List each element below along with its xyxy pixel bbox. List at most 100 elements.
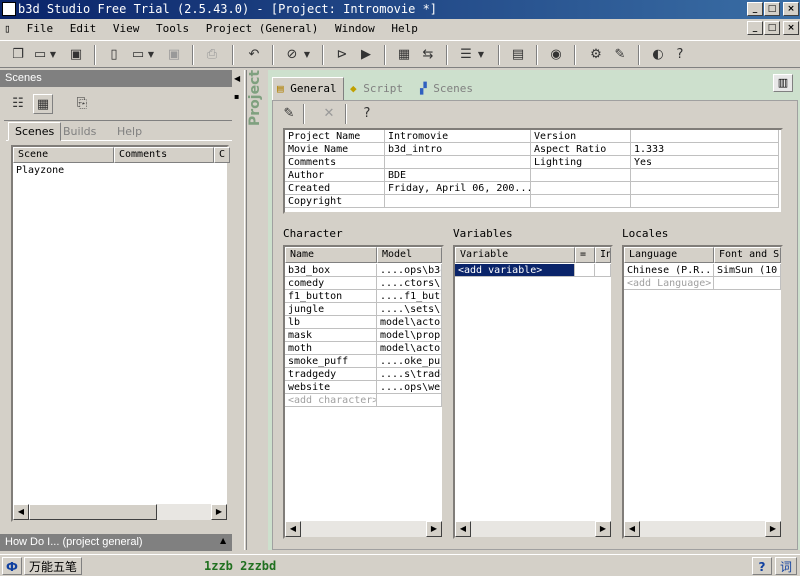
contrast-icon[interactable]: ◐ bbox=[648, 45, 668, 65]
ime-help-button[interactable]: ? bbox=[752, 557, 772, 575]
horizontal-scrollbar[interactable]: ◀ ▶ bbox=[455, 521, 611, 537]
add-language-row[interactable]: <add Language> bbox=[624, 277, 781, 290]
list-view-icon[interactable]: ▦ bbox=[33, 94, 53, 114]
how-do-i-bar[interactable]: How Do I... (project general) bbox=[0, 534, 232, 551]
undo-icon[interactable]: ↶ bbox=[244, 45, 264, 65]
menu-window[interactable]: Window bbox=[335, 22, 375, 35]
column-header-comments[interactable]: Comments bbox=[114, 147, 214, 163]
add-character-row[interactable]: <add character> bbox=[285, 394, 442, 407]
tab-scenes-main[interactable]: ▞ Scenes bbox=[420, 79, 486, 99]
ime-name[interactable]: 万能五笔 bbox=[24, 557, 82, 575]
scroll-right-icon[interactable]: ▶ bbox=[595, 521, 611, 537]
document-icon[interactable]: ▯ bbox=[0, 19, 20, 38]
property-row[interactable]: Project Name Intromovie Version bbox=[285, 130, 779, 143]
table-row[interactable]: smoke_puff....oke_puff bbox=[285, 355, 442, 368]
help-icon[interactable]: ? bbox=[670, 45, 690, 65]
property-value[interactable]: 1.333 bbox=[631, 143, 779, 156]
tab-script[interactable]: ◆ Script bbox=[350, 79, 416, 99]
property-value[interactable]: Yes bbox=[631, 156, 779, 169]
menu-tools[interactable]: Tools bbox=[156, 22, 189, 35]
property-value[interactable] bbox=[385, 156, 531, 169]
column-header-name[interactable]: Name bbox=[285, 247, 377, 263]
ime-logo-icon[interactable]: Ф bbox=[2, 557, 22, 575]
column-header-c[interactable]: C bbox=[214, 147, 230, 163]
table-row[interactable]: comedy....ctors\cc bbox=[285, 277, 442, 290]
gear-icon[interactable]: ⚙ bbox=[586, 45, 606, 65]
target-icon[interactable]: ◉ bbox=[546, 45, 566, 65]
ime-ci-button[interactable]: 词 bbox=[775, 557, 797, 575]
delete-icon[interactable]: ✕ bbox=[319, 104, 339, 124]
scroll-right-icon[interactable]: ▶ bbox=[211, 504, 227, 520]
menu-edit[interactable]: Edit bbox=[70, 22, 97, 35]
expand-up-icon[interactable]: ▲ bbox=[220, 536, 226, 545]
property-row[interactable]: Copyright bbox=[285, 195, 779, 208]
property-value[interactable] bbox=[385, 195, 531, 208]
mdi-close-button[interactable]: × bbox=[783, 21, 799, 35]
property-value[interactable]: b3d_intro bbox=[385, 143, 531, 156]
horizontal-scrollbar[interactable]: ◀ ▶ bbox=[13, 504, 227, 520]
property-row[interactable]: Movie Name b3d_intro Aspect Ratio 1.333 bbox=[285, 143, 779, 156]
dropdown-arrow-icon[interactable]: ▼ bbox=[302, 45, 312, 65]
column-header-scene[interactable]: Scene bbox=[13, 147, 114, 163]
property-value[interactable] bbox=[631, 130, 779, 143]
maximize-button[interactable]: □ bbox=[764, 2, 780, 16]
table-row[interactable]: b3d_box....ops\b3d_ bbox=[285, 264, 442, 277]
list-icon[interactable]: ☰ bbox=[456, 45, 476, 65]
table-row[interactable]: jungle....\sets\ju bbox=[285, 303, 442, 316]
scroll-right-icon[interactable]: ▶ bbox=[765, 521, 781, 537]
open-file-icon[interactable]: ▭ bbox=[128, 45, 148, 65]
table-row[interactable]: lb model\actor bbox=[285, 316, 442, 329]
property-value[interactable]: BDE bbox=[385, 169, 531, 182]
tab-scenes[interactable]: Scenes bbox=[8, 122, 62, 141]
character-table[interactable]: Name Model b3d_box....ops\b3d_comedy....… bbox=[283, 245, 444, 539]
refresh-icon[interactable]: ⇆ bbox=[418, 45, 438, 65]
scroll-left-icon[interactable]: ◀ bbox=[455, 521, 471, 537]
check-icon[interactable]: ⊘ bbox=[282, 45, 302, 65]
locales-table[interactable]: Language Font and S Chinese (P.R... SimS… bbox=[622, 245, 783, 539]
column-header-model[interactable]: Model bbox=[377, 247, 442, 263]
table-row[interactable]: f1_button....f1_butto bbox=[285, 290, 442, 303]
menu-view[interactable]: View bbox=[113, 22, 140, 35]
image-icon[interactable]: ▦ bbox=[394, 45, 414, 65]
dropdown-arrow-icon[interactable]: ▼ bbox=[476, 45, 486, 65]
table-row[interactable]: tradgedy....s\tradge bbox=[285, 368, 442, 381]
property-value[interactable]: Intromovie bbox=[385, 130, 531, 143]
table-row[interactable]: mask model\props bbox=[285, 329, 442, 342]
book-icon[interactable]: ▥ bbox=[773, 74, 793, 92]
minimize-button[interactable]: _ bbox=[747, 2, 763, 16]
column-header-font[interactable]: Font and S bbox=[714, 247, 781, 263]
table-row[interactable]: website....ops\webs bbox=[285, 381, 442, 394]
menu-file[interactable]: File bbox=[27, 22, 54, 35]
horizontal-scrollbar[interactable]: ◀ ▶ bbox=[285, 521, 442, 537]
print-icon[interactable]: ⎙ bbox=[202, 45, 222, 65]
scroll-thumb[interactable] bbox=[29, 504, 157, 520]
column-header-language[interactable]: Language bbox=[624, 247, 714, 263]
property-value[interactable]: Friday, April 06, 200... bbox=[385, 182, 531, 195]
scroll-right-icon[interactable]: ▶ bbox=[426, 521, 442, 537]
edit-icon[interactable]: ✎ bbox=[279, 104, 299, 124]
export-icon[interactable]: ⎘ bbox=[72, 94, 92, 114]
help-icon[interactable]: ? bbox=[357, 104, 377, 124]
scroll-left-icon[interactable]: ◀ bbox=[285, 521, 301, 537]
add-variable-row[interactable]: <add variable> bbox=[455, 264, 611, 277]
column-header-variable[interactable]: Variable bbox=[455, 247, 575, 263]
play-icon[interactable]: ▶ bbox=[356, 45, 376, 65]
menu-help[interactable]: Help bbox=[391, 22, 418, 35]
save-file-icon[interactable]: ▣ bbox=[164, 45, 184, 65]
tab-general[interactable]: ▤ General bbox=[272, 77, 344, 101]
property-row[interactable]: Created Friday, April 06, 200... bbox=[285, 182, 779, 195]
dropdown-arrow-icon[interactable]: ▼ bbox=[48, 45, 58, 65]
pane-collapse-icon[interactable]: ◀ bbox=[234, 72, 243, 86]
menu-project[interactable]: Project (General) bbox=[206, 22, 319, 35]
close-button[interactable]: × bbox=[783, 2, 799, 16]
variables-table[interactable]: Variable = In <add variable> ◀ ▶ bbox=[453, 245, 613, 539]
wrench-icon[interactable]: ✎ bbox=[610, 45, 630, 65]
property-row[interactable]: Comments Lighting Yes bbox=[285, 156, 779, 169]
save-icon[interactable]: ▣ bbox=[66, 45, 86, 65]
scroll-left-icon[interactable]: ◀ bbox=[624, 521, 640, 537]
table-row[interactable]: Playzone bbox=[13, 164, 227, 177]
property-value[interactable] bbox=[631, 195, 779, 208]
project-properties-grid[interactable]: Project Name Intromovie Version Movie Name b… bbox=[283, 128, 783, 214]
property-value[interactable] bbox=[631, 169, 779, 182]
mdi-minimize-button[interactable]: _ bbox=[747, 21, 763, 35]
